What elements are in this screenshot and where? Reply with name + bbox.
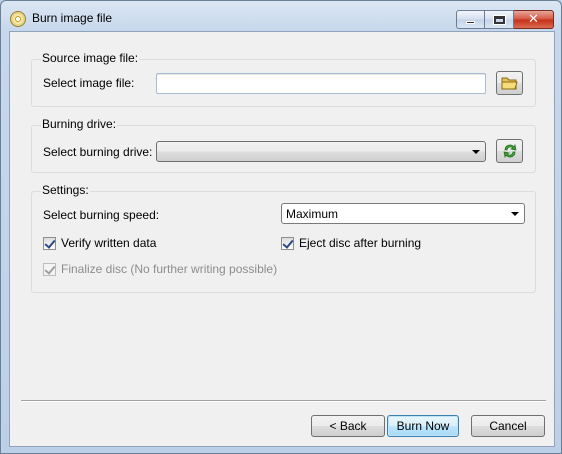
burning-drive-dropdown[interactable]	[156, 141, 486, 162]
drive-group-title: Burning drive:	[41, 117, 118, 131]
refresh-drives-button[interactable]	[496, 139, 523, 163]
folder-icon	[501, 77, 518, 90]
image-file-input[interactable]	[156, 73, 486, 94]
back-button[interactable]: < Back	[311, 415, 385, 437]
burning-drive-group: Burning drive: Select burning drive:	[31, 117, 536, 173]
chevron-down-icon	[511, 212, 519, 216]
cancel-button[interactable]: Cancel	[471, 415, 545, 437]
maximize-button[interactable]	[485, 10, 514, 29]
verify-data-checkbox-row[interactable]: Verify written data	[43, 236, 156, 250]
settings-group-title: Settings:	[41, 183, 90, 197]
window-title: Burn image file	[32, 11, 113, 25]
finalize-disc-label: Finalize disc (No further writing possib…	[61, 262, 278, 276]
maximize-icon	[492, 14, 506, 25]
refresh-icon	[503, 143, 516, 159]
finalize-disc-checkbox	[43, 262, 56, 276]
browse-button[interactable]	[496, 71, 523, 95]
finalize-disc-checkbox-row: Finalize disc (No further writing possib…	[43, 262, 277, 276]
eject-disc-checkbox-row[interactable]: Eject disc after burning	[281, 236, 421, 250]
select-drive-label: Select burning drive:	[43, 145, 153, 159]
minimize-icon	[466, 20, 475, 24]
footer-separator	[21, 400, 546, 402]
chevron-down-icon	[472, 150, 480, 154]
verify-data-checkbox[interactable]	[43, 236, 56, 250]
burning-speed-label: Select burning speed:	[43, 208, 160, 222]
eject-disc-label: Eject disc after burning	[299, 236, 422, 250]
disc-icon	[10, 11, 26, 27]
source-image-group: Source image file: Select image file:	[31, 51, 536, 107]
burn-image-window: Burn image file ✕ Source image file: Sel…	[0, 0, 562, 454]
source-group-title: Source image file:	[41, 51, 140, 65]
close-icon: ✕	[528, 12, 539, 27]
burning-speed-value: Maximum	[286, 207, 339, 221]
burning-speed-dropdown[interactable]: Maximum	[281, 203, 525, 224]
close-button[interactable]: ✕	[514, 10, 554, 29]
eject-disc-checkbox[interactable]	[281, 236, 294, 250]
select-image-label: Select image file:	[43, 76, 135, 90]
dialog-client-area: Source image file: Select image file: Bu…	[9, 31, 555, 447]
burn-now-button[interactable]: Burn Now	[387, 415, 459, 437]
verify-data-label: Verify written data	[61, 236, 157, 250]
minimize-button[interactable]	[456, 10, 485, 29]
settings-group: Settings: Select burning speed: Maximum …	[31, 183, 536, 293]
